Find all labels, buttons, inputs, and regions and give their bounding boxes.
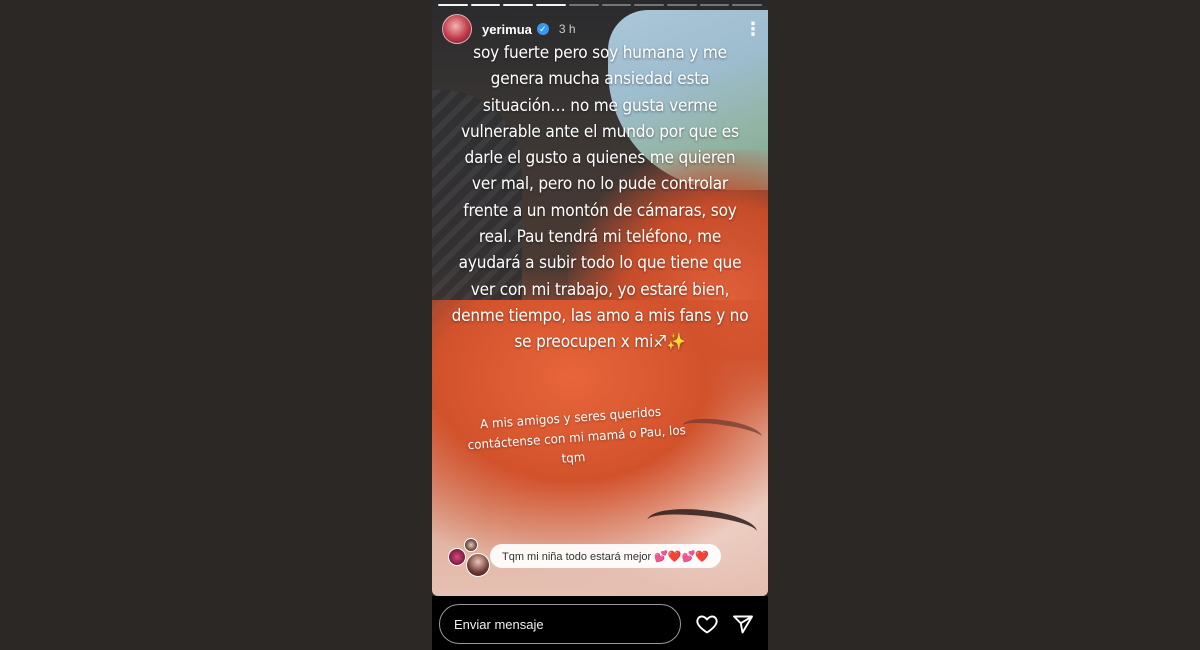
progress-segment: [438, 4, 468, 6]
send-message-placeholder: Enviar mensaje: [454, 616, 544, 632]
send-icon[interactable]: [731, 612, 755, 636]
more-options-icon[interactable]: ⋮: [744, 20, 762, 38]
story-text-line: situación… no me gusta verme: [482, 95, 718, 115]
story-text-line: denme tiempo, las amo a mis fans y no: [451, 305, 749, 325]
story-text-line: ayudará a subir todo lo que tiene que: [458, 253, 742, 273]
reply-preview: Tqm mi niña todo estará mejor 💕❤️💕❤️: [448, 538, 748, 578]
story-text-line: soy fuerte pero soy humana y me: [473, 43, 727, 62]
story-text-line: frente a un montón de cámaras, soy: [463, 200, 737, 220]
progress-segment: [634, 4, 664, 6]
send-message-input[interactable]: Enviar mensaje: [439, 604, 681, 644]
reply-avatar: [466, 553, 490, 577]
verified-badge-icon: ✓: [536, 23, 549, 35]
story-viewer[interactable]: yerimua ✓ 3 h ⋮ soy fuerte pero soy huma…: [432, 0, 768, 596]
progress-segment: [470, 4, 501, 6]
story-text-line: darle el gusto a quienes me quieren: [464, 148, 736, 168]
story-bottom-bar: Enviar mensaje: [432, 596, 768, 650]
progress-segment: [699, 4, 730, 6]
progress-segment: [601, 4, 632, 6]
progress-segment: [732, 4, 763, 6]
story-text-line: ver con mi trabajo, yo estaré bien,: [470, 279, 730, 299]
story-text-line: real. Pau tendrá mi teléfono, me: [478, 227, 722, 247]
story-main-text: soy fuerte pero soy humana y me genera mu…: [444, 40, 756, 356]
heart-icon[interactable]: [695, 612, 719, 636]
reply-bubble: Tqm mi niña todo estará mejor 💕❤️💕❤️: [490, 544, 722, 568]
story-text-line: ver mal, pero no lo pude controlar: [471, 174, 729, 194]
story-text-line: se preocupen x mi♐✨: [514, 332, 686, 352]
username[interactable]: yerimua: [482, 22, 532, 37]
progress-segment: [568, 4, 599, 6]
story-text-line: genera mucha ansiedad esta: [490, 69, 710, 89]
progress-segment: [536, 4, 566, 6]
story-text-line: vulnerable ante el mundo por que es: [461, 121, 739, 141]
story-progress-bar: [438, 4, 763, 6]
reply-avatar: [464, 538, 478, 552]
progress-segment: [666, 4, 697, 6]
post-time: 3 h: [558, 22, 576, 36]
reply-avatar: [448, 548, 466, 566]
progress-segment: [503, 4, 534, 6]
